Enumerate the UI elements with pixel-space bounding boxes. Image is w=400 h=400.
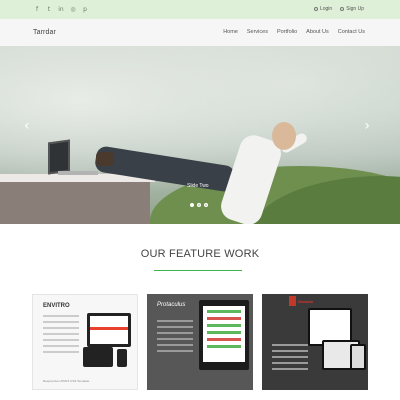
slide-laptop	[48, 139, 70, 175]
slider-indicators	[190, 203, 208, 207]
slider-next-arrow-icon[interactable]: ›	[364, 118, 370, 134]
portfolio-phone-preview	[350, 344, 366, 370]
portfolio-monitor-preview	[87, 313, 131, 347]
nav-contact-us[interactable]: Contact Us	[338, 29, 365, 35]
linkedin-icon[interactable]: in	[58, 6, 64, 13]
user-icon	[340, 7, 345, 11]
portfolio-card-subtitle: Responsive HTML5 CSS Template	[43, 379, 90, 383]
slide-laptop-base	[58, 171, 98, 175]
signup-label: Sign Up	[346, 6, 364, 12]
portfolio-dashboard-preview	[203, 306, 245, 362]
navbar: Tarrdar Home Services Portfolio About Us…	[0, 19, 400, 47]
site-brand[interactable]: Tarrdar	[33, 29, 56, 36]
portfolio-card[interactable]: ENVITRO Responsive HTML5 CSS Template	[32, 294, 138, 390]
portfolio-card[interactable]: Protaculus	[147, 294, 253, 390]
nav-home[interactable]: Home	[223, 29, 238, 35]
portfolio-card-title: Protaculus	[157, 302, 186, 308]
portfolio-feature-list	[272, 344, 308, 374]
portfolio-monitor-preview	[199, 300, 249, 370]
lock-icon	[313, 7, 318, 11]
nav-services[interactable]: Services	[247, 29, 268, 35]
section-title: OUR FEATURE WORK	[140, 248, 260, 260]
pinterest-icon[interactable]: p	[82, 6, 88, 13]
hero-slider: ‹ › Slide Two	[0, 46, 400, 224]
portfolio-laptop-preview	[83, 347, 113, 367]
slide-desk	[0, 179, 150, 224]
slide-person-head	[272, 122, 296, 150]
social-links: f t in ◎ p	[34, 6, 88, 13]
twitter-icon[interactable]: t	[46, 6, 52, 13]
portfolio-card-title: Gomolo	[298, 299, 314, 304]
slide-person-shoes	[96, 152, 114, 166]
portfolio-grid: ENVITRO Responsive HTML5 CSS Template Pr…	[32, 294, 368, 390]
login-label: Login	[319, 6, 333, 12]
signup-link[interactable]: Sign Up	[340, 6, 364, 12]
slide-caption: Slide Two	[187, 183, 209, 189]
slider-prev-arrow-icon[interactable]: ‹	[24, 118, 30, 134]
portfolio-feature-list	[43, 315, 83, 357]
dribbble-icon[interactable]: ◎	[70, 6, 76, 13]
nav-about-us[interactable]: About Us	[306, 29, 329, 35]
auth-links: Login Sign Up	[313, 6, 364, 12]
slider-dot[interactable]	[190, 203, 194, 207]
slider-dot[interactable]	[204, 203, 208, 207]
portfolio-card[interactable]: Gomolo	[262, 294, 368, 390]
portfolio-phone-preview	[117, 349, 127, 367]
portfolio-card-title: ENVITRO	[43, 303, 70, 309]
top-bar: f t in ◎ p Login Sign Up	[0, 0, 400, 19]
section-title-underline	[154, 270, 242, 271]
nav-portfolio[interactable]: Portfolio	[277, 29, 297, 35]
portfolio-logo-icon	[289, 296, 296, 306]
main-nav: Home Services Portfolio About Us Contact…	[223, 29, 365, 35]
facebook-icon[interactable]: f	[34, 6, 40, 13]
portfolio-feature-list	[157, 320, 197, 356]
login-link[interactable]: Login	[313, 6, 333, 12]
slider-dot[interactable]	[197, 203, 201, 207]
